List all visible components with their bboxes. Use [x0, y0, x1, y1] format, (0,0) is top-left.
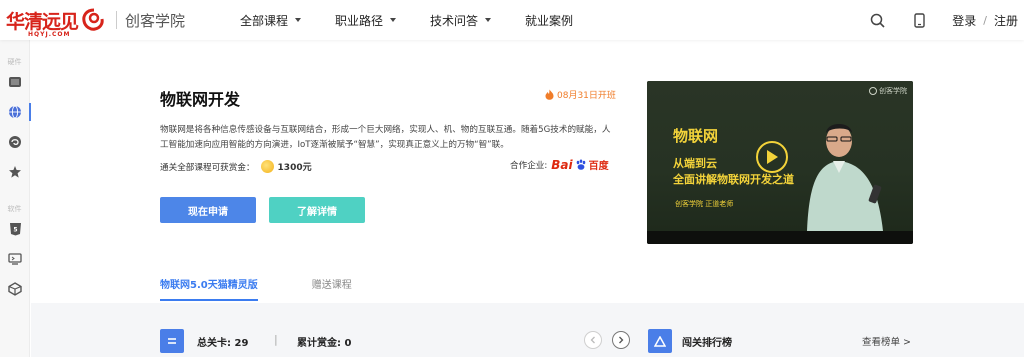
logo-subtext: HQYJ.COM — [28, 31, 71, 38]
search-icon[interactable] — [868, 11, 886, 29]
course-tabs: 物联网5.0天猫精灵版 赠送课程 — [160, 276, 406, 301]
video-controls — [647, 231, 913, 244]
auth-separator: / — [983, 13, 987, 27]
course-description: 物联网是将各种信息传感设备与互联网结合，形成一个巨大网络，实现人、机、物的互联互… — [160, 125, 611, 150]
register-link[interactable]: 注册 — [994, 12, 1018, 29]
brand-badge-icon — [869, 87, 877, 95]
tab-bonus-courses[interactable]: 赠送课程 — [312, 276, 352, 301]
baidu-logo-bai: Bai — [551, 157, 573, 172]
terminal-icon[interactable] — [0, 244, 30, 274]
baidu-logo: Bai 百度 — [551, 157, 609, 173]
site-logo[interactable]: 华清远见 HQYJ.COM 创客学院 — [6, 6, 186, 38]
main-nav: 全部课程 职业路径 技术问答 就业案例 — [240, 0, 607, 40]
apply-button[interactable]: 现在申请 — [160, 197, 256, 223]
video-brand-text: 创客学院 — [879, 87, 907, 95]
category-sidebar: 硬件 软件 5 — [0, 40, 31, 357]
chevron-down-icon — [295, 18, 302, 22]
swirl-icon[interactable] — [0, 127, 30, 157]
open-date: 08月31日开班 — [545, 88, 616, 101]
next-arrow-button[interactable] — [612, 331, 630, 349]
sidebar-group-software: 软件 — [7, 205, 22, 213]
open-date-text: 08月31日开班 — [557, 91, 616, 101]
tab-main-course[interactable]: 物联网5.0天猫精灵版 — [160, 276, 258, 301]
course-title: 物联网开发 — [160, 90, 241, 109]
view-leaderboard-link[interactable]: 查看榜单 > — [862, 334, 911, 348]
nav-job-cases[interactable]: 就业案例 — [525, 12, 573, 29]
nav-label: 职业路径 — [335, 13, 384, 28]
video-title: 物联网 — [673, 127, 719, 145]
total-cards: 总关卡: 29 — [197, 334, 248, 349]
play-icon[interactable] — [756, 141, 788, 173]
reward-info: 通关全部课程可获赏金： 1300元 — [160, 160, 312, 173]
unity-icon[interactable] — [0, 274, 30, 304]
mobile-icon[interactable] — [910, 11, 928, 29]
list-icon — [160, 329, 184, 353]
course-video[interactable]: 创客学院 物联网 从端到云 全面讲解物联网开发之道 创客学院 正道老师 — [647, 81, 913, 244]
bounty-value: 0 — [344, 338, 352, 349]
paw-icon — [576, 159, 585, 170]
nav-career-path[interactable]: 职业路径 — [335, 12, 397, 29]
stats-separator: | — [274, 333, 278, 346]
login-link[interactable]: 登录 — [952, 12, 976, 29]
chevron-down-icon — [390, 18, 397, 22]
presenter-figure — [807, 124, 883, 231]
nav-tech-qa[interactable]: 技术问答 — [430, 12, 492, 29]
partner-info: 合作企业: Bai 百度 — [510, 157, 609, 173]
video-brand: 创客学院 — [869, 86, 907, 96]
video-subtitle-2: 全面讲解物联网开发之道 — [673, 173, 794, 186]
total-cards-label: 总关卡: — [197, 338, 231, 349]
partner-label: 合作企业: — [510, 160, 548, 171]
video-frame: 创客学院 物联网 从端到云 全面讲解物联网开发之道 创客学院 正道老师 — [647, 81, 913, 231]
logo-mark-icon — [82, 8, 104, 31]
learn-more-button[interactable]: 了解详情 — [269, 197, 365, 223]
chevron-down-icon — [485, 18, 492, 22]
nav-label: 全部课程 — [240, 13, 289, 28]
school-name: 创客学院 — [125, 11, 186, 30]
total-cards-value: 29 — [234, 338, 249, 349]
leaderboard-title: 闯关排行榜 — [682, 338, 732, 349]
fire-icon — [545, 89, 554, 100]
baidu-logo-du: 百度 — [588, 161, 609, 172]
nav-label: 就业案例 — [525, 13, 574, 28]
prev-arrow-button[interactable] — [584, 331, 602, 349]
nav-label: 技术问答 — [430, 13, 479, 28]
logo-divider — [116, 11, 118, 29]
auth-links: 登录 / 注册 — [952, 12, 1018, 29]
globe-icon[interactable] — [0, 97, 31, 127]
star-icon[interactable] — [0, 157, 30, 187]
reward-amount: 1300元 — [277, 163, 312, 173]
top-navbar: 华清远见 HQYJ.COM 创客学院 全部课程 职业路径 技术问答 就业案例 登… — [0, 0, 1024, 40]
coin-icon — [260, 160, 274, 173]
ranking-icon — [648, 329, 672, 353]
nav-all-courses[interactable]: 全部课程 — [240, 12, 302, 29]
accumulated-bounty: 累计赏金: 0 — [297, 334, 351, 349]
svg-text:5: 5 — [13, 227, 17, 234]
sidebar-group-hardware: 硬件 — [7, 58, 22, 66]
logo-text: 华清远见 — [6, 10, 79, 33]
chevron-left-icon — [590, 336, 595, 344]
video-subtitle-1: 从端到云 — [673, 157, 717, 170]
chip-icon[interactable] — [0, 67, 30, 97]
bounty-label: 累计赏金: — [297, 338, 341, 349]
reward-label: 通关全部课程可获赏金： — [160, 162, 255, 173]
html5-icon[interactable]: 5 — [0, 214, 30, 244]
nav-right: 登录 / 注册 — [868, 0, 1024, 40]
video-teacher: 创客学院 正道老师 — [675, 200, 734, 208]
chevron-right-icon — [619, 336, 624, 344]
